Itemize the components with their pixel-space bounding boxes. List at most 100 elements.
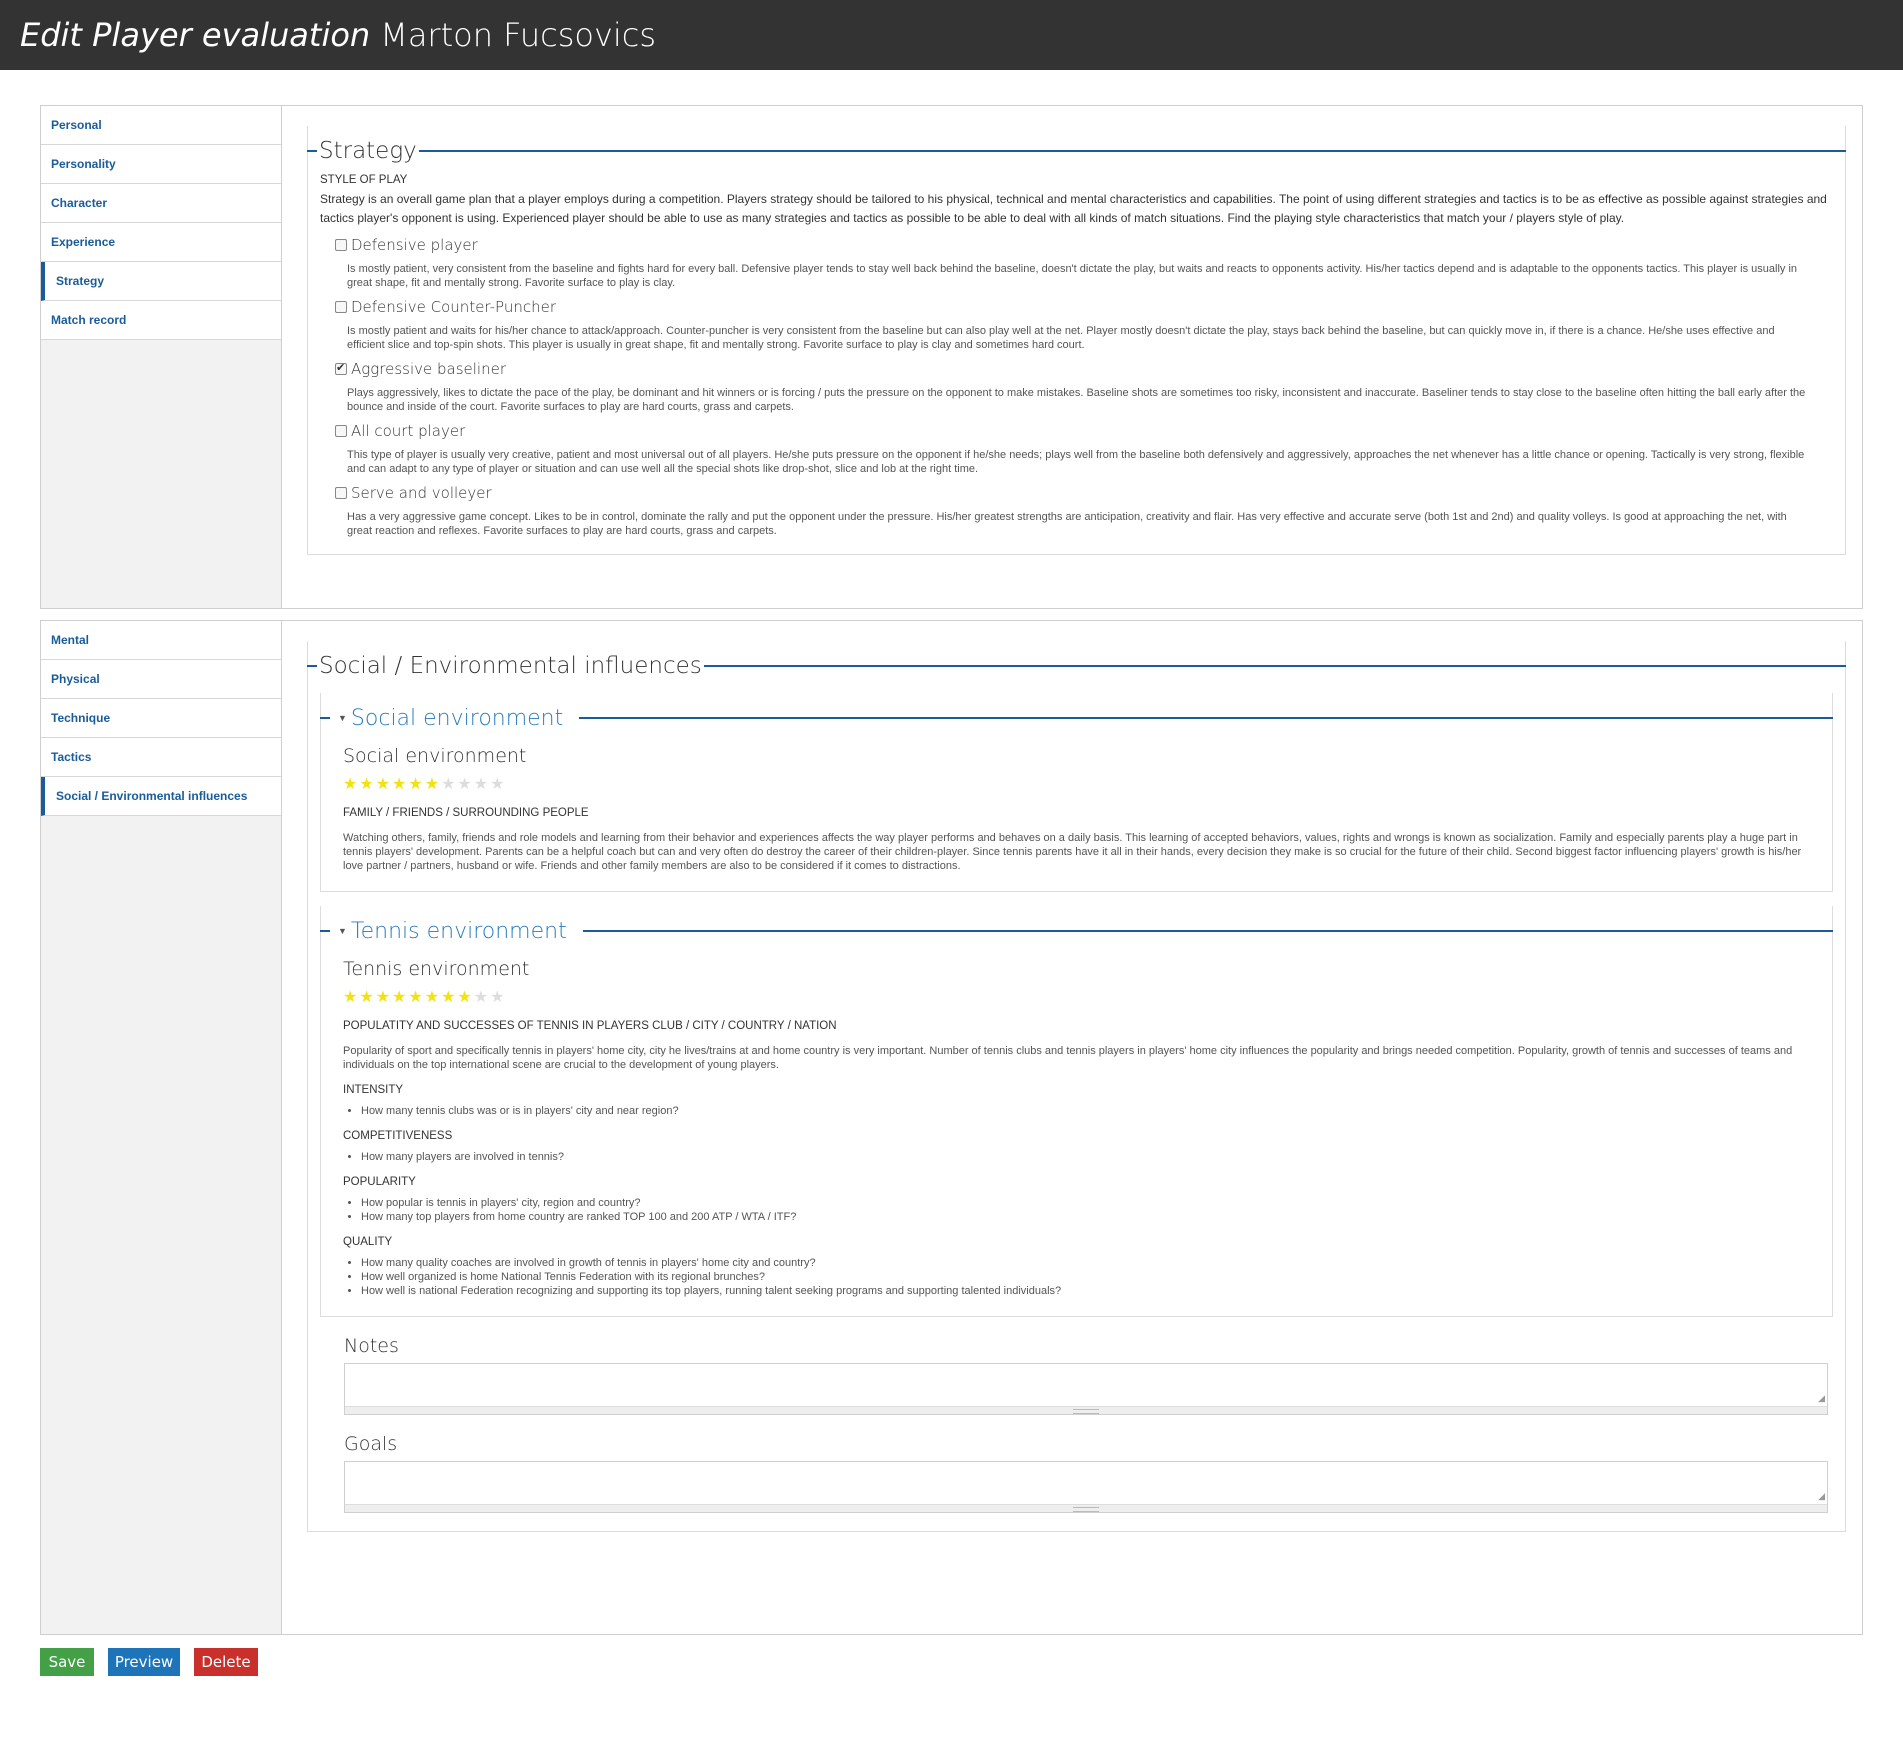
- social-environment-fieldset: ▼ Social environment Social environment …: [320, 693, 1833, 892]
- question-group-heading: COMPETITIVENESS: [343, 1130, 453, 1142]
- notes-label: Notes: [344, 1335, 399, 1357]
- question-list: How popular is tennis in players' city, …: [343, 1196, 1810, 1224]
- goals-textarea[interactable]: ◢: [344, 1461, 1828, 1513]
- list-item: How many players are involved in tennis?: [361, 1150, 1810, 1164]
- tennis-environment-legend[interactable]: ▼ Tennis environment: [320, 916, 1833, 946]
- star-icon[interactable]: ★: [441, 990, 455, 1006]
- option-label[interactable]: All court player: [351, 422, 465, 440]
- list-item: How well is national Federation recogniz…: [361, 1284, 1810, 1298]
- sidebar-item-character[interactable]: Character: [41, 184, 281, 223]
- sidebar-item-strategy[interactable]: Strategy: [41, 262, 281, 301]
- checkbox[interactable]: [335, 301, 347, 313]
- star-icon[interactable]: ★: [441, 777, 455, 793]
- sidebar-item-label: Character: [51, 196, 108, 210]
- grip-handle[interactable]: [345, 1406, 1827, 1414]
- preview-button[interactable]: Preview: [108, 1648, 180, 1676]
- list-item: How many tennis clubs was or is in playe…: [361, 1104, 1810, 1118]
- resize-handle-icon[interactable]: ◢: [1818, 1491, 1825, 1502]
- star-icon[interactable]: ★: [474, 777, 488, 793]
- star-icon[interactable]: ★: [359, 777, 373, 793]
- page-header: Edit Player evaluation Marton Fucsovics: [0, 0, 1903, 70]
- star-icon[interactable]: ★: [408, 990, 422, 1006]
- save-button[interactable]: Save: [40, 1648, 94, 1676]
- sidebar-item-label: Mental: [51, 633, 90, 647]
- sidebar-nav-2: Mental Physical Technique Tactics Social…: [41, 621, 282, 1634]
- sidebar-item-physical[interactable]: Physical: [41, 660, 281, 699]
- sidebar-item-tactics[interactable]: Tactics: [41, 738, 281, 777]
- subsection-title[interactable]: Social environment: [349, 706, 565, 731]
- option-description: Has a very aggressive game concept. Like…: [347, 511, 1787, 537]
- page-title: Edit Player evaluation: [20, 16, 371, 54]
- social-environment-subheading: FAMILY / FRIENDS / SURROUNDING PEOPLE: [343, 807, 589, 819]
- resize-handle-icon[interactable]: ◢: [1818, 1393, 1825, 1404]
- sidebar-nav-1: Personal Personality Character Experienc…: [41, 106, 282, 608]
- sidebar-item-personal[interactable]: Personal: [41, 106, 281, 145]
- sidebar-item-personality[interactable]: Personality: [41, 145, 281, 184]
- option-description: Is mostly patient and waits for his/her …: [347, 325, 1775, 351]
- section-title: Strategy: [319, 138, 417, 164]
- sidebar-item-label: Technique: [51, 711, 111, 725]
- star-icon[interactable]: ★: [343, 990, 357, 1006]
- tennis-environment-subheading: POPULATITY AND SUCCESSES OF TENNIS IN PL…: [343, 1020, 837, 1032]
- star-icon[interactable]: ★: [392, 777, 406, 793]
- sidebar-item-mental[interactable]: Mental: [41, 621, 281, 660]
- section-title: Social / Environmental influences: [319, 653, 702, 679]
- option-label[interactable]: Defensive player: [351, 236, 478, 254]
- tennis-environment-description: Popularity of sport and specifically ten…: [343, 1045, 1793, 1071]
- star-icon[interactable]: ★: [457, 777, 471, 793]
- notes-textarea[interactable]: ◢: [344, 1363, 1828, 1415]
- checkbox[interactable]: [335, 425, 347, 437]
- star-icon[interactable]: ★: [425, 777, 439, 793]
- grip-handle[interactable]: [345, 1504, 1827, 1512]
- star-icon[interactable]: ★: [474, 990, 488, 1006]
- list-item: How many quality coaches are involved in…: [361, 1256, 1810, 1270]
- sidebar-item-match-record[interactable]: Match record: [41, 301, 281, 340]
- star-icon[interactable]: ★: [425, 990, 439, 1006]
- question-list: How many quality coaches are involved in…: [343, 1256, 1810, 1298]
- star-rating[interactable]: ★ ★ ★ ★ ★ ★ ★ ★ ★ ★: [343, 990, 1810, 1006]
- option-aggressive-baseliner: Aggressive baseliner Plays aggressively,…: [335, 360, 1833, 414]
- star-icon[interactable]: ★: [490, 990, 504, 1006]
- caret-down-icon[interactable]: ▼: [338, 713, 347, 723]
- social-environment-legend[interactable]: ▼ Social environment: [320, 703, 1833, 733]
- question-group-heading: QUALITY: [343, 1236, 393, 1248]
- sidebar-item-experience[interactable]: Experience: [41, 223, 281, 262]
- star-icon[interactable]: ★: [408, 777, 422, 793]
- option-label[interactable]: Serve and volleyer: [351, 484, 492, 502]
- caret-down-icon[interactable]: ▼: [338, 926, 347, 936]
- sidebar-item-technique[interactable]: Technique: [41, 699, 281, 738]
- list-item: How well organized is home National Tenn…: [361, 1270, 1810, 1284]
- option-all-court-player: All court player This type of player is …: [335, 422, 1833, 476]
- sidebar-item-social-environmental[interactable]: Social / Environmental influences: [41, 777, 281, 816]
- subsection-title[interactable]: Tennis environment: [349, 919, 569, 944]
- sidebar-item-label: Personality: [51, 157, 116, 171]
- star-icon[interactable]: ★: [392, 990, 406, 1006]
- star-icon[interactable]: ★: [457, 990, 471, 1006]
- checkbox[interactable]: [335, 487, 347, 499]
- social-content: Social / Environmental influences ▼ Soci…: [282, 621, 1862, 1634]
- checkbox[interactable]: [335, 239, 347, 251]
- evaluation-panel-2: Mental Physical Technique Tactics Social…: [40, 620, 1863, 1635]
- evaluation-panel-1: Personal Personality Character Experienc…: [40, 105, 1863, 609]
- social-legend: Social / Environmental influences: [307, 651, 1846, 681]
- style-of-play-heading: STYLE OF PLAY: [320, 174, 408, 186]
- star-icon[interactable]: ★: [359, 990, 373, 1006]
- social-environment-title: Social environment: [343, 745, 527, 767]
- checkbox[interactable]: [335, 361, 347, 375]
- star-icon[interactable]: ★: [490, 777, 504, 793]
- option-label[interactable]: Defensive Counter-Puncher: [351, 298, 556, 316]
- option-description: Is mostly patient, very consistent from …: [347, 263, 1798, 289]
- option-label[interactable]: Aggressive baseliner: [351, 360, 506, 378]
- star-icon[interactable]: ★: [343, 777, 357, 793]
- sidebar-item-label: Social / Environmental influences: [56, 789, 248, 803]
- action-bar: Save Preview Delete: [40, 1648, 258, 1676]
- sidebar-item-label: Strategy: [56, 274, 105, 288]
- question-group-heading: INTENSITY: [343, 1084, 404, 1096]
- option-defensive-counter-puncher: Defensive Counter-Puncher Is mostly pati…: [335, 298, 1833, 352]
- delete-button[interactable]: Delete: [194, 1648, 258, 1676]
- sidebar-item-label: Tactics: [51, 750, 92, 764]
- star-icon[interactable]: ★: [376, 777, 390, 793]
- option-defensive-player: Defensive player Is mostly patient, very…: [335, 236, 1833, 290]
- star-icon[interactable]: ★: [376, 990, 390, 1006]
- star-rating[interactable]: ★ ★ ★ ★ ★ ★ ★ ★ ★ ★: [343, 777, 1810, 793]
